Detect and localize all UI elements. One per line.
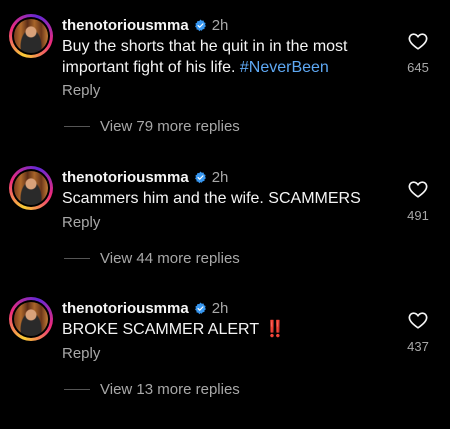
comment-username[interactable]: thenotoriousmma — [62, 300, 189, 317]
avatar-ring-gap — [12, 169, 50, 207]
like-count: 491 — [407, 208, 429, 223]
avatar[interactable] — [9, 166, 53, 210]
reply-button[interactable]: Reply — [62, 82, 100, 99]
heart-outline-icon — [408, 33, 428, 50]
comment-username[interactable]: thenotoriousmma — [62, 169, 189, 186]
comment-header: thenotoriousmma 2h — [62, 166, 228, 188]
hashtag-link[interactable]: #NeverBeen — [240, 59, 329, 76]
view-replies-line — [64, 258, 90, 259]
avatar-photo — [14, 302, 48, 336]
heart-outline-icon — [408, 312, 428, 329]
verified-badge-icon — [194, 19, 206, 31]
reply-button[interactable]: Reply — [62, 214, 100, 231]
verified-badge-icon — [194, 171, 206, 183]
view-replies-button[interactable]: View 44 more replies — [64, 250, 240, 267]
comment-item: thenotoriousmma 2h Scammers him and the … — [0, 166, 450, 298]
avatar-ring-gap — [12, 17, 50, 55]
view-replies-label: View 13 more replies — [100, 381, 240, 398]
comment-text: Scammers him and the wife. SCAMMERS — [62, 190, 361, 207]
like-count: 437 — [407, 339, 429, 354]
view-replies-line — [64, 389, 90, 390]
comment-username[interactable]: thenotoriousmma — [62, 17, 189, 34]
comment-header: thenotoriousmma 2h — [62, 297, 228, 319]
comment-text: Buy the shorts that he quit in in the mo… — [62, 36, 392, 78]
like-button[interactable]: 491 — [396, 178, 440, 223]
comment-item: thenotoriousmma 2h Buy the shorts that h… — [0, 14, 450, 146]
comment-body: BROKE SCAMMER ALERT — [62, 321, 260, 338]
avatar[interactable] — [9, 14, 53, 58]
heart-outline-icon — [408, 181, 428, 198]
view-replies-button[interactable]: View 79 more replies — [64, 118, 240, 135]
like-count: 645 — [407, 60, 429, 75]
comment-header: thenotoriousmma 2h — [62, 14, 228, 36]
view-replies-label: View 79 more replies — [100, 118, 240, 135]
avatar[interactable] — [9, 297, 53, 341]
like-button[interactable]: 645 — [396, 30, 440, 75]
avatar-ring-gap — [12, 300, 50, 338]
view-replies-label: View 44 more replies — [100, 250, 240, 267]
avatar-photo — [14, 171, 48, 205]
view-replies-button[interactable]: View 13 more replies — [64, 381, 240, 398]
comment-timestamp: 2h — [211, 168, 229, 186]
double-exclamation-emoji: ‼️ — [265, 321, 285, 338]
like-button[interactable]: 437 — [396, 309, 440, 354]
view-replies-line — [64, 126, 90, 127]
verified-badge-icon — [194, 302, 206, 314]
comment-timestamp: 2h — [211, 16, 229, 34]
reply-button[interactable]: Reply — [62, 345, 100, 362]
comment-timestamp: 2h — [211, 299, 229, 317]
comment-item: thenotoriousmma 2h BROKE SCAMMER ALERT ‼️… — [0, 297, 450, 429]
avatar-photo — [14, 19, 48, 53]
comment-text: BROKE SCAMMER ALERT ‼️ — [62, 319, 392, 340]
